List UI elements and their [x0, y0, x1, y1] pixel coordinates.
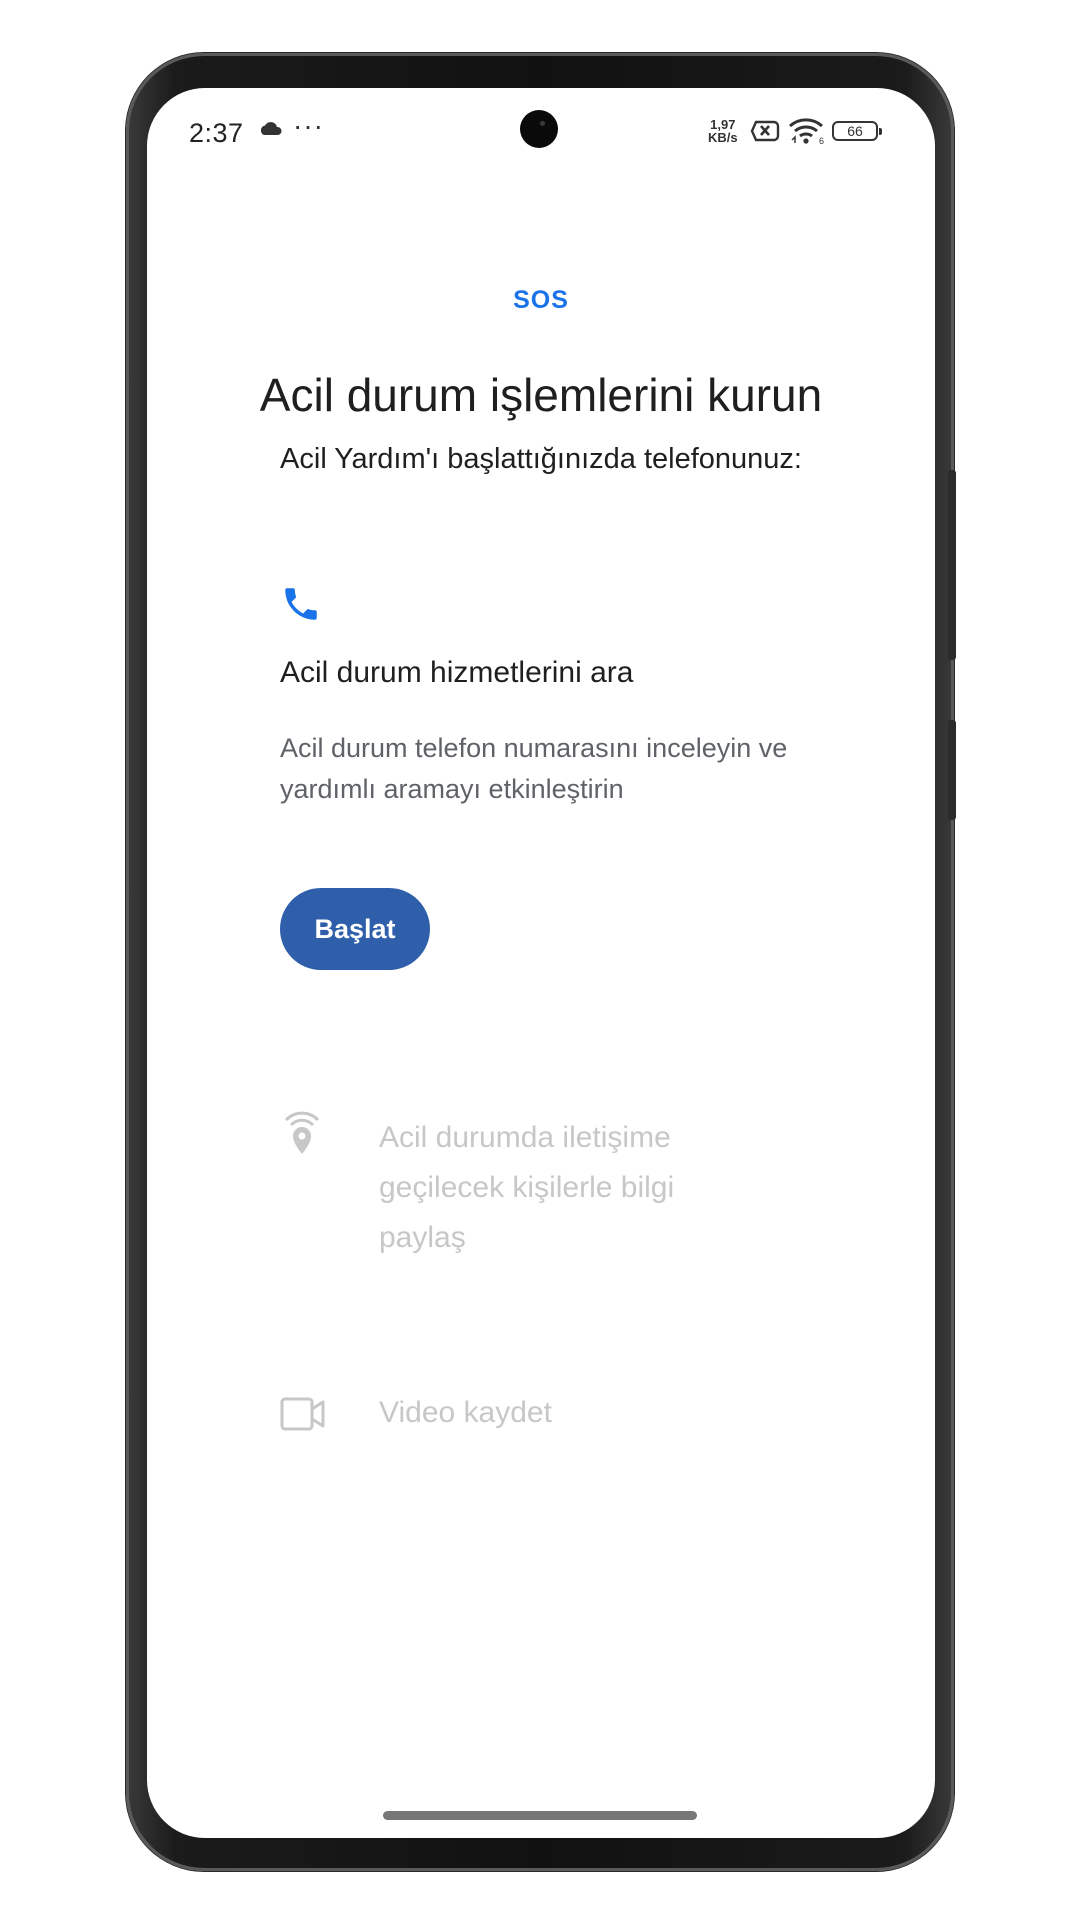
- power-button: [948, 720, 956, 820]
- step-call-title: Acil durum hizmetlerini ara: [280, 656, 634, 689]
- status-time: 2:37: [189, 118, 244, 148]
- network-speed-unit: KB/s: [708, 130, 738, 145]
- phone-icon: [280, 583, 322, 630]
- wifi-generation-label: 6: [819, 136, 824, 145]
- page-title: Acil durum işlemlerini kurun: [259, 369, 823, 421]
- step-record-video-label: Video kaydet: [379, 1396, 552, 1429]
- step-call-description: Acil durum telefon numarasını inceleyin …: [280, 733, 788, 804]
- home-indicator[interactable]: [383, 1811, 697, 1820]
- network-speed: 1,97 KB/s: [708, 118, 738, 144]
- volume-button: [948, 470, 956, 660]
- sos-icon: SOS: [513, 286, 569, 314]
- cloud-icon: [259, 122, 283, 141]
- location-share-icon: [280, 1106, 324, 1161]
- screen: 2:37 ··· 1,97 KB/s 6 66 SOS Acil durum i…: [147, 88, 935, 1838]
- wifi-icon: 6: [788, 117, 826, 150]
- status-bar: 2:37 ··· 1,97 KB/s 6 66: [147, 88, 935, 158]
- step-share-info-label: Acil durumda iletişime geçilecek kişiler…: [379, 1121, 675, 1254]
- sim-x-icon: [750, 120, 780, 147]
- battery-icon: 66: [832, 121, 882, 141]
- front-camera: [520, 110, 558, 148]
- page-subtitle: Acil Yardım'ı başlattığınızda telefonunu…: [280, 443, 802, 475]
- video-icon: [280, 1396, 326, 1437]
- start-button[interactable]: Başlat: [280, 888, 430, 970]
- more-notifications-indicator: ···: [293, 110, 324, 141]
